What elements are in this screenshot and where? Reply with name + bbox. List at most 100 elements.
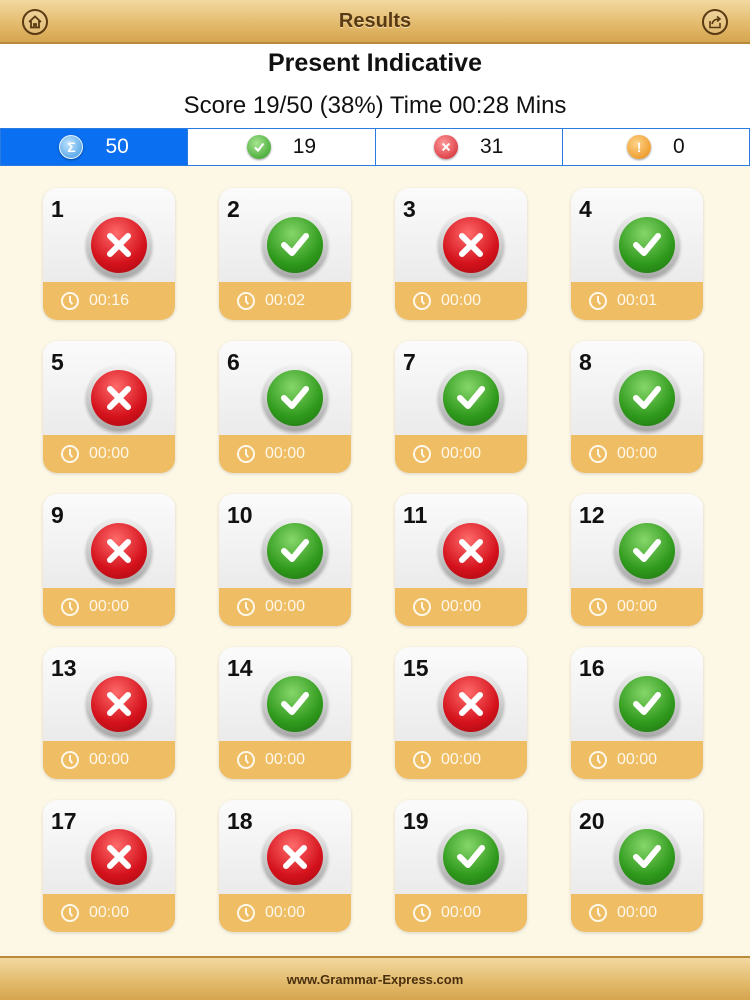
question-time: 00:01 [617, 292, 658, 309]
question-number: 3 [403, 196, 416, 222]
question-tile[interactable]: 7 00:00 [395, 341, 527, 473]
clock-icon [237, 598, 255, 616]
question-number: 11 [403, 502, 428, 528]
question-number: 12 [579, 502, 605, 528]
time-footer: 00:00 [43, 894, 175, 932]
tab-total-count: 50 [105, 135, 129, 158]
time-footer: 00:00 [395, 894, 527, 932]
share-icon [709, 15, 722, 29]
clock-icon [413, 598, 431, 616]
sigma-icon: Σ [59, 135, 84, 159]
results-header: Present Indicative Score 19/50 (38%) Tim… [0, 44, 750, 128]
question-grid: 1 00:16 2 00:02 3 00:00 4 00:01 5 00:00 6 00:00 7 00:… [0, 166, 750, 956]
question-time: 00:00 [265, 598, 306, 615]
wrong-answer-icon [86, 518, 152, 584]
clock-icon [61, 904, 79, 922]
question-time: 00:02 [265, 292, 306, 309]
question-tile[interactable]: 17 00:00 [43, 800, 175, 932]
exclamation-icon: ! [627, 135, 652, 159]
question-tile[interactable]: 9 00:00 [43, 494, 175, 626]
wrong-answer-icon [86, 671, 152, 737]
question-number: 8 [579, 349, 592, 375]
tab-correct-count: 19 [292, 135, 317, 158]
question-number: 7 [403, 349, 416, 375]
website-link[interactable]: www.Grammar-Express.com [287, 972, 464, 987]
time-footer: 00:00 [219, 435, 351, 473]
clock-icon [589, 445, 607, 463]
question-time: 00:00 [265, 751, 306, 768]
correct-answer-icon [614, 518, 680, 584]
wrong-answer-icon [438, 518, 504, 584]
home-button[interactable] [22, 9, 48, 35]
time-footer: 00:00 [219, 741, 351, 779]
question-number: 13 [51, 655, 77, 681]
time-footer: 00:00 [395, 588, 527, 626]
question-tile[interactable]: 20 00:00 [571, 800, 703, 932]
clock-icon [413, 904, 431, 922]
time-footer: 00:01 [571, 282, 703, 320]
clock-icon [237, 751, 255, 769]
question-tile[interactable]: 8 00:00 [571, 341, 703, 473]
clock-icon [237, 445, 255, 463]
clock-icon [413, 445, 431, 463]
share-button[interactable] [702, 9, 728, 35]
question-tile[interactable]: 16 00:00 [571, 647, 703, 779]
bottom-bar: www.Grammar-Express.com [0, 956, 750, 1000]
wrong-answer-icon [262, 824, 328, 890]
question-time: 00:00 [617, 904, 658, 921]
question-tile[interactable]: 2 00:02 [219, 188, 351, 320]
tab-skipped[interactable]: ! 0 [563, 129, 749, 165]
clock-icon [589, 292, 607, 310]
time-footer: 00:00 [395, 282, 527, 320]
question-time: 00:00 [265, 445, 306, 462]
correct-answer-icon [614, 212, 680, 278]
question-tile[interactable]: 15 00:00 [395, 647, 527, 779]
question-number: 5 [51, 349, 64, 375]
question-tile[interactable]: 4 00:01 [571, 188, 703, 320]
question-time: 00:16 [89, 292, 130, 309]
correct-answer-icon [614, 365, 680, 431]
question-time: 00:00 [441, 292, 482, 309]
question-number: 17 [51, 808, 77, 834]
question-tile[interactable]: 11 00:00 [395, 494, 527, 626]
clock-icon [61, 751, 79, 769]
question-tile[interactable]: 14 00:00 [219, 647, 351, 779]
question-tile[interactable]: 19 00:00 [395, 800, 527, 932]
question-tile[interactable]: 12 00:00 [571, 494, 703, 626]
correct-answer-icon [438, 824, 504, 890]
tab-wrong[interactable]: 31 [376, 129, 563, 165]
wrong-answer-icon [438, 671, 504, 737]
score-summary: Score 19/50 (38%) Time 00:28 Mins [183, 92, 567, 119]
clock-icon [589, 598, 607, 616]
question-tile[interactable]: 3 00:00 [395, 188, 527, 320]
question-time: 00:00 [89, 445, 130, 462]
correct-answer-icon [262, 365, 328, 431]
clock-icon [589, 751, 607, 769]
correct-answer-icon [262, 212, 328, 278]
time-footer: 00:00 [571, 894, 703, 932]
question-number: 18 [227, 808, 253, 834]
wrong-answer-icon [86, 365, 152, 431]
tab-correct[interactable]: 19 [188, 129, 376, 165]
clock-icon [237, 904, 255, 922]
question-tile[interactable]: 18 00:00 [219, 800, 351, 932]
time-footer: 00:00 [43, 741, 175, 779]
time-footer: 00:02 [219, 282, 351, 320]
question-number: 1 [51, 196, 64, 222]
question-number: 20 [579, 808, 605, 834]
question-time: 00:00 [441, 445, 482, 462]
page-title: Present Indicative [268, 49, 482, 77]
wrong-answer-icon [86, 824, 152, 890]
question-tile[interactable]: 5 00:00 [43, 341, 175, 473]
filter-tabs: Σ 50 19 31 ! 0 [0, 128, 750, 166]
check-icon [246, 135, 271, 159]
question-tile[interactable]: 6 00:00 [219, 341, 351, 473]
question-tile[interactable]: 10 00:00 [219, 494, 351, 626]
clock-icon [413, 751, 431, 769]
question-number: 10 [227, 502, 253, 528]
tab-total[interactable]: Σ 50 [1, 129, 189, 165]
question-tile[interactable]: 13 00:00 [43, 647, 175, 779]
question-time: 00:00 [265, 904, 306, 921]
question-tile[interactable]: 1 00:16 [43, 188, 175, 320]
question-time: 00:00 [89, 904, 130, 921]
